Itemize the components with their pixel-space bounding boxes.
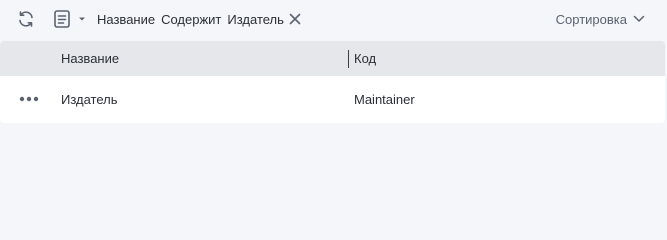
table-row[interactable]: Издатель Maintainer (0, 76, 665, 123)
caret-down-icon (79, 17, 85, 21)
sort-button[interactable]: Сортировка (556, 10, 645, 28)
column-header-name[interactable]: Название (61, 41, 119, 76)
sort-label: Сортировка (555, 11, 627, 27)
close-icon (289, 13, 301, 25)
filter-dropdown-caret[interactable] (76, 12, 88, 26)
filter-button[interactable] (50, 8, 74, 30)
more-horizontal-icon (19, 96, 39, 102)
column-resize-handle[interactable] (348, 50, 349, 68)
toolbar: Название Содержит Издатель Сортировка (0, 0, 667, 38)
cell-name: Издатель (61, 92, 118, 107)
filter-list-icon (54, 10, 70, 28)
row-actions-button[interactable] (18, 90, 40, 108)
chevron-down-icon (633, 15, 645, 22)
filter-operator: Содержит (161, 11, 222, 27)
refresh-icon (19, 11, 33, 27)
cell-code: Maintainer (354, 92, 415, 107)
data-table: Название Код Издатель Maintainer (0, 41, 665, 123)
remove-filter-button[interactable] (287, 10, 303, 28)
table-header: Название Код (0, 41, 665, 76)
filter-value: Издатель (227, 11, 284, 27)
column-header-code[interactable]: Код (354, 41, 376, 76)
filter-chip[interactable]: Название Содержит Издатель (97, 10, 284, 28)
filter-field: Название (97, 11, 156, 27)
refresh-button[interactable] (14, 8, 38, 30)
